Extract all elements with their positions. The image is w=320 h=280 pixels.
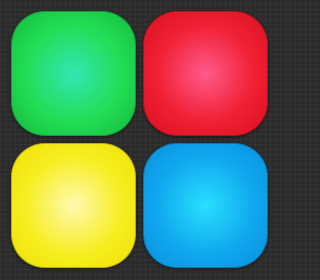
game-board: [0, 0, 280, 280]
green-pad[interactable]: [11, 11, 136, 136]
blue-pad[interactable]: [143, 143, 268, 268]
red-pad[interactable]: [143, 11, 268, 136]
yellow-pad[interactable]: [11, 143, 136, 268]
